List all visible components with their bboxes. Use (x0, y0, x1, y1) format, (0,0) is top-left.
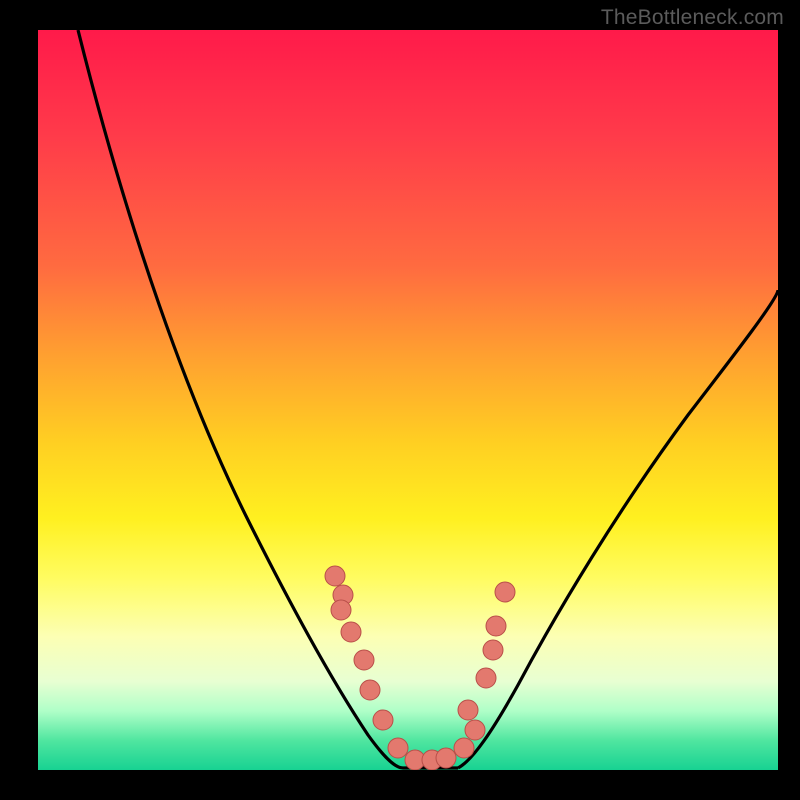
chart-frame: TheBottleneck.com (0, 0, 800, 800)
plot-area (38, 30, 778, 770)
watermark-text: TheBottleneck.com (601, 6, 784, 30)
dot (483, 640, 503, 660)
dot (476, 668, 496, 688)
dot (354, 650, 374, 670)
dot (436, 748, 456, 768)
dot (388, 738, 408, 758)
dot (486, 616, 506, 636)
right-curve (458, 290, 778, 768)
dot (360, 680, 380, 700)
dot (458, 700, 478, 720)
dot (465, 720, 485, 740)
dot (373, 710, 393, 730)
dot (331, 600, 351, 620)
dot (325, 566, 345, 586)
dot (341, 622, 361, 642)
chart-svg (38, 30, 778, 770)
dot (495, 582, 515, 602)
dot (454, 738, 474, 758)
